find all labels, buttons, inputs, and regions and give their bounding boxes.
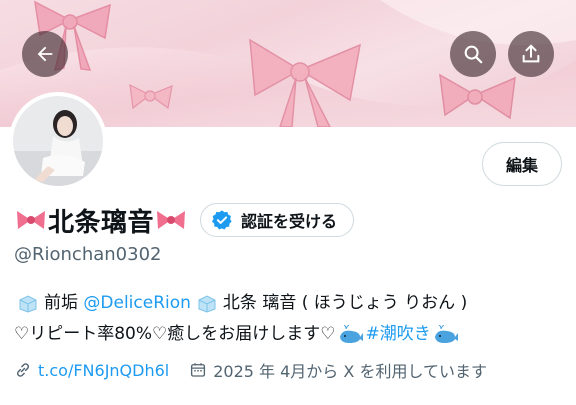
name-row: 北条璃音 認証を受ける (14, 200, 355, 240)
get-verified-label: 認証を受ける (241, 212, 338, 231)
bio-name-reading: 北条 璃音 ( ほうじょう りおん ) (222, 293, 468, 313)
ice-cube-emoji-icon (198, 294, 216, 313)
join-date-text: 2025 年 4月から X を利用しています (213, 362, 487, 381)
display-name-text: 北条璃音 (48, 207, 155, 238)
bio-mention-link[interactable]: @DeliceRion (83, 288, 191, 319)
whale-emoji-icon (339, 324, 363, 343)
avatar-image (13, 96, 103, 186)
username-handle: @Rionchan0302 (14, 244, 162, 265)
profile-meta-row: t.co/FN6JnQDh6l 2025 年 4月から X を利用しています (14, 358, 487, 382)
bio-hashtag-link[interactable]: #潮吹き (366, 319, 431, 350)
arrow-left-icon (37, 46, 53, 62)
bio-line-2: ♡リピート率80%♡癒しをお届けします♡ #潮吹き (14, 319, 570, 350)
avatar[interactable] (9, 92, 107, 190)
whale-emoji-icon (434, 324, 458, 343)
display-name: 北条璃音 (14, 202, 188, 239)
bio-prev-account-label: 前垢 (44, 293, 78, 313)
ice-cube-emoji-icon (19, 294, 37, 313)
bio-tagline: ♡リピート率80%♡癒しをお届けします♡ (14, 324, 336, 344)
profile-bio: 前垢 @DeliceRion 北条 璃音 ( ほうじょう りおん ) ♡リピート… (14, 288, 570, 350)
back-button[interactable] (22, 31, 68, 77)
profile-website-link[interactable]: t.co/FN6JnQDh6l (38, 361, 169, 380)
search-button[interactable] (450, 31, 496, 77)
verified-badge-icon (212, 210, 232, 230)
ribbon-bow-emoji-icon (157, 211, 186, 229)
ribbon-bow-emoji-icon (17, 211, 45, 229)
calendar-icon (191, 363, 206, 377)
share-icon (522, 44, 540, 63)
get-verified-button[interactable]: 認証を受ける (200, 203, 355, 237)
edit-profile-button[interactable]: 編集 (482, 142, 562, 186)
share-button[interactable] (508, 31, 554, 77)
search-icon (464, 45, 483, 64)
link-icon (16, 363, 30, 377)
bio-line-1: 前垢 @DeliceRion 北条 璃音 ( ほうじょう りおん ) (14, 288, 570, 319)
